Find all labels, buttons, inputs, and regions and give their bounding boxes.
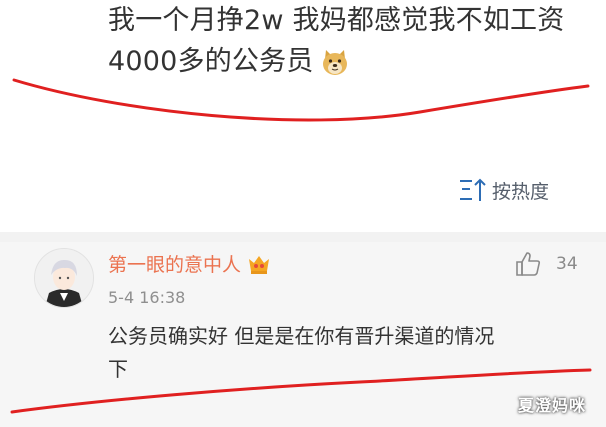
post-text-line1: 我一个月挣2w 我妈都感觉我不如工资 [108,5,565,36]
post-text: 我一个月挣2w 我妈都感觉我不如工资 4000多的公务员 [108,0,578,82]
sort-by-heat-button[interactable]: 按热度 [458,175,549,205]
thumbs-up-icon [516,252,541,276]
sort-label: 按热度 [492,180,550,203]
like-count: 34 [556,254,578,274]
annotation-underline-top [12,78,590,122]
vip-badge-icon [249,255,270,274]
post-text-line2: 4000多的公务员 [108,46,314,77]
avatar-illustration-icon [35,249,93,307]
comment-text-line2: 下 [108,357,128,381]
post-section: 我一个月挣2w 我妈都感觉我不如工资 4000多的公务员 按热度 [0,0,606,232]
like-button[interactable]: 34 [514,250,578,278]
comment-item: 第一眼的意中人 34 5-4 16:38 公务员确实好 但是是在你有晋升渠道的情… [0,242,606,427]
watermark-text: 夏澄妈咪 [518,396,587,415]
sort-arrow-icon [460,178,486,201]
avatar[interactable] [34,248,94,308]
comment-text: 公务员确实好 但是是在你有晋升渠道的情况 下 [108,320,578,386]
comment-date: 5-4 16:38 [108,288,186,307]
comment-text-line1: 公务员确实好 但是是在你有晋升渠道的情况 [108,324,495,348]
comment-author-name[interactable]: 第一眼的意中人 [108,250,241,277]
section-divider [0,232,606,242]
doge-emoji-icon [322,49,347,75]
